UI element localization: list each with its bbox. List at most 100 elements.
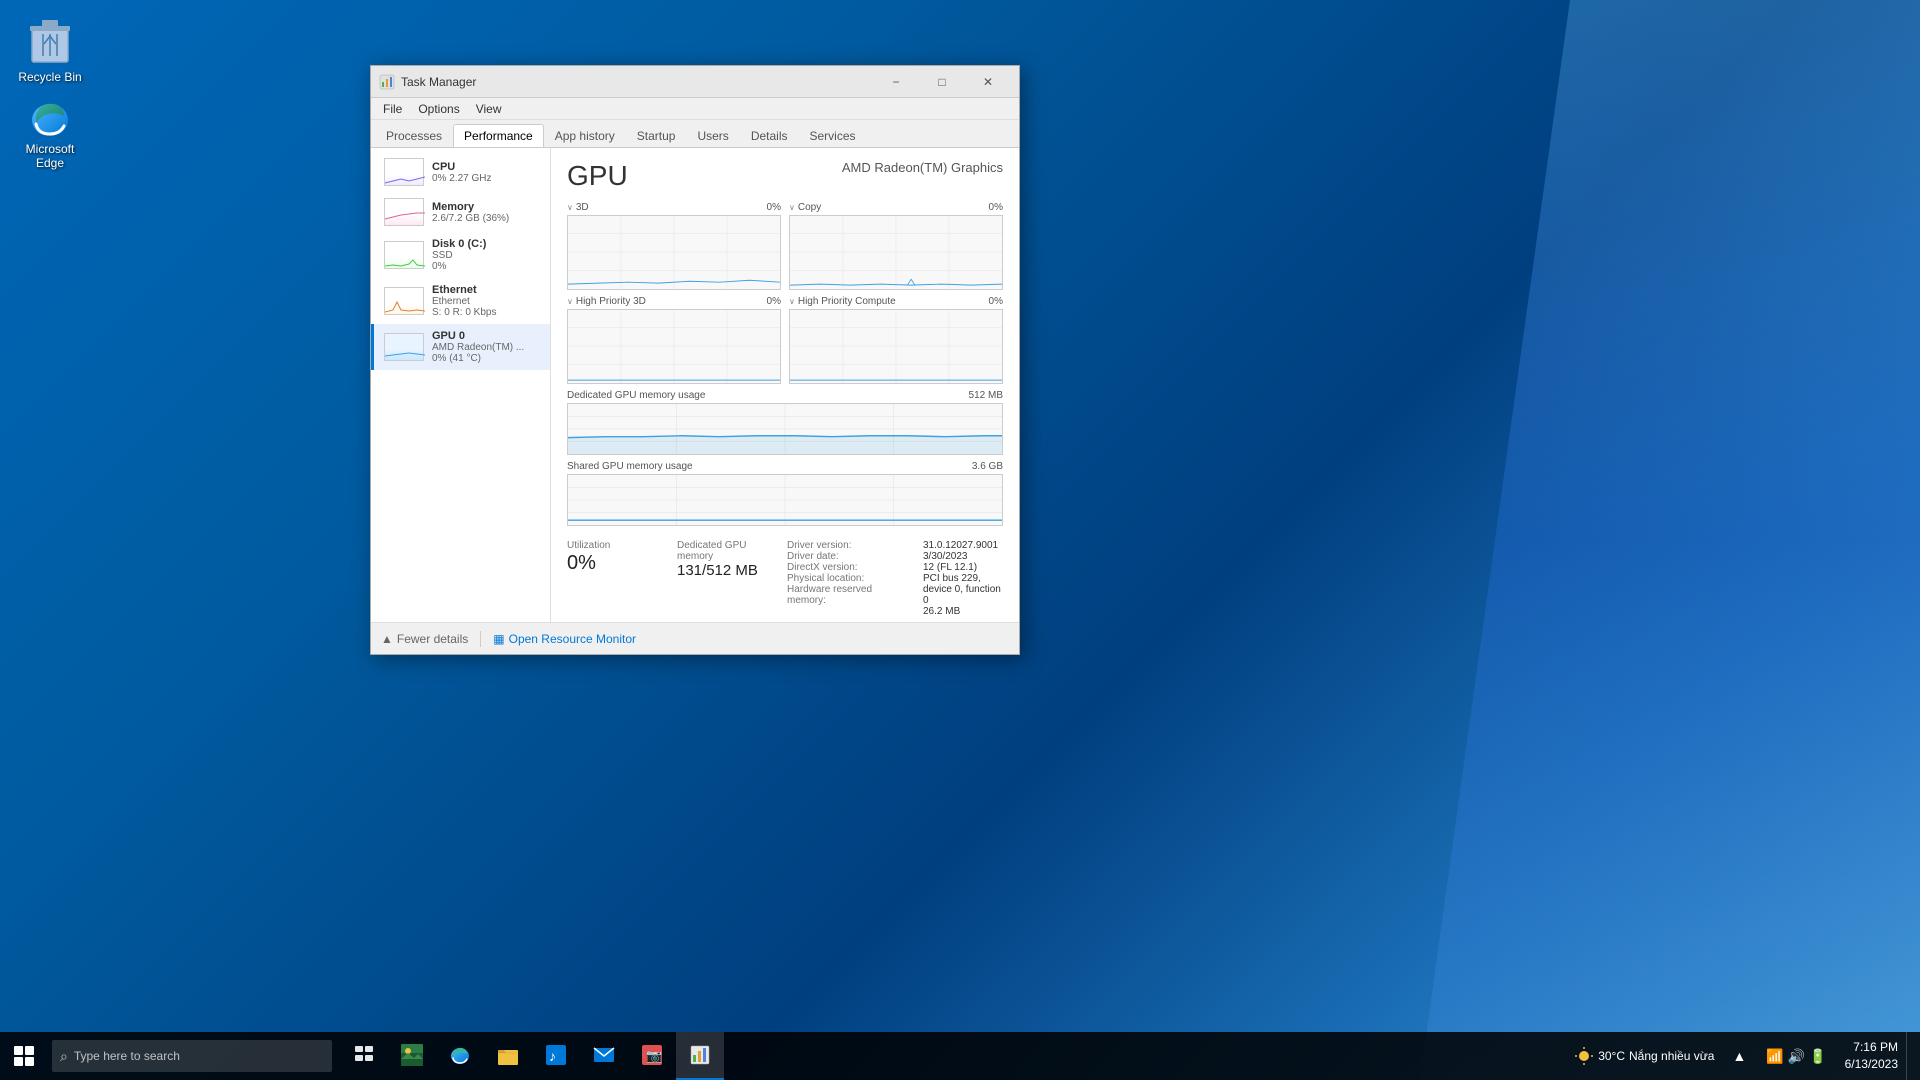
separator bbox=[480, 631, 481, 647]
app6-icon: 📷 bbox=[640, 1043, 664, 1067]
tab-startup[interactable]: Startup bbox=[626, 124, 687, 147]
gpu-adapter-name: AMD Radeon(TM) Graphics bbox=[842, 160, 1003, 175]
systray-expand[interactable]: ▲ bbox=[1722, 1048, 1756, 1064]
minimize-button[interactable]: − bbox=[873, 66, 919, 98]
weather-widget[interactable]: 30°C Nắng nhiều vừa bbox=[1566, 1046, 1722, 1066]
monitor-icon: ▦ bbox=[493, 632, 504, 646]
store-icon: ♪ bbox=[544, 1043, 568, 1067]
cpu-mini-graph bbox=[384, 158, 424, 186]
dedicated-mem-label: Dedicated GPU memory usage bbox=[567, 390, 705, 401]
taskbar-app-edge[interactable] bbox=[436, 1032, 484, 1080]
cpu-name: CPU bbox=[432, 161, 491, 173]
windows-logo bbox=[14, 1046, 34, 1066]
sidebar: CPU 0% 2.27 GHz Memory bbox=[371, 148, 551, 622]
close-button[interactable]: ✕ bbox=[965, 66, 1011, 98]
graph-hpcompute: ∨ High Priority Compute 0% bbox=[789, 296, 1003, 384]
disk-mini-graph bbox=[384, 241, 424, 269]
physical-loc-val: PCI bus 229, device 0, function 0 bbox=[923, 573, 1003, 606]
mail-icon bbox=[592, 1043, 616, 1067]
edge-taskbar-icon bbox=[448, 1043, 472, 1067]
driver-version-key: Driver version: bbox=[787, 540, 907, 551]
taskbar-app-taskview[interactable] bbox=[340, 1032, 388, 1080]
chevron-3d: ∨ bbox=[567, 203, 573, 212]
weather-temp: 30°C bbox=[1598, 1049, 1625, 1063]
ethernet-name: Ethernet bbox=[432, 284, 496, 296]
sidebar-item-memory[interactable]: Memory 2.6/7.2 GB (36%) bbox=[371, 192, 550, 232]
graph-3d-label: ∨ 3D bbox=[567, 202, 589, 213]
svg-text:📷: 📷 bbox=[646, 1048, 662, 1063]
directx-key: DirectX version: bbox=[787, 562, 907, 573]
network-icon[interactable]: 📶 bbox=[1766, 1048, 1783, 1065]
weather-icon bbox=[1574, 1046, 1594, 1066]
sidebar-item-ethernet[interactable]: Ethernet Ethernet S: 0 R: 0 Kbps bbox=[371, 278, 550, 324]
taskbar-app-store[interactable]: ♪ bbox=[532, 1032, 580, 1080]
taskbar-app-mail[interactable] bbox=[580, 1032, 628, 1080]
ethernet-sub1: Ethernet bbox=[432, 296, 496, 307]
sidebar-item-gpu[interactable]: GPU 0 AMD Radeon(TM) ... 0% (41 °C) bbox=[371, 324, 550, 370]
tab-details[interactable]: Details bbox=[740, 124, 799, 147]
menu-options[interactable]: Options bbox=[410, 100, 467, 118]
hw-reserved-key: Hardware reserved memory: bbox=[787, 584, 907, 606]
shared-mem-label-row: Shared GPU memory usage 3.6 GB bbox=[567, 461, 1003, 472]
gpu-sub2: 0% (41 °C) bbox=[432, 353, 524, 364]
dedicated-mem-max: 512 MB bbox=[969, 390, 1003, 401]
taskbar-clock[interactable]: 7:16 PM 6/13/2023 bbox=[1837, 1039, 1906, 1073]
ethernet-info: Ethernet Ethernet S: 0 R: 0 Kbps bbox=[432, 284, 496, 318]
stat-dedicated-value: 131/512 MB bbox=[677, 562, 783, 580]
bottom-bar: ▲ Fewer details ▦ Open Resource Monitor bbox=[371, 622, 1019, 654]
taskbar-app-explorer[interactable] bbox=[484, 1032, 532, 1080]
volume-icon[interactable]: 🔊 bbox=[1788, 1048, 1805, 1065]
clock-time: 7:16 PM bbox=[1853, 1039, 1898, 1056]
taskbar-app-taskmanager[interactable] bbox=[676, 1032, 724, 1080]
tab-apphistory[interactable]: App history bbox=[544, 124, 626, 147]
shared-mem-label: Shared GPU memory usage bbox=[567, 461, 693, 472]
fewer-details-button[interactable]: ▲ Fewer details bbox=[381, 632, 468, 646]
battery-icon[interactable]: 🔋 bbox=[1809, 1048, 1826, 1065]
graph-hp3d-percent: 0% bbox=[767, 296, 781, 307]
driver-date-key: Driver date: bbox=[787, 551, 907, 562]
taskbar-apps: ♪ 📷 bbox=[340, 1032, 724, 1080]
tab-users[interactable]: Users bbox=[686, 124, 739, 147]
taskmanager-taskbar-icon bbox=[690, 1045, 710, 1065]
graph-copy-label: ∨ Copy bbox=[789, 202, 821, 213]
start-button[interactable] bbox=[0, 1032, 48, 1080]
menu-file[interactable]: File bbox=[375, 100, 410, 118]
cpu-info: CPU 0% 2.27 GHz bbox=[432, 161, 491, 184]
graph-copy: ∨ Copy 0% bbox=[789, 202, 1003, 290]
taskbar-app-photos[interactable] bbox=[388, 1032, 436, 1080]
graph-hpcompute-box bbox=[789, 309, 1003, 384]
edge-icon-container[interactable]: Microsoft Edge bbox=[10, 90, 90, 174]
driver-date-val: 3/30/2023 bbox=[923, 551, 1003, 562]
sidebar-item-cpu[interactable]: CPU 0% 2.27 GHz bbox=[371, 152, 550, 192]
tab-processes[interactable]: Processes bbox=[375, 124, 453, 147]
title-bar: Task Manager − □ ✕ bbox=[371, 66, 1019, 98]
fewer-details-text: Fewer details bbox=[397, 632, 468, 646]
open-resource-monitor-button[interactable]: ▦ Open Resource Monitor bbox=[493, 632, 636, 646]
tab-services[interactable]: Services bbox=[799, 124, 867, 147]
taskbar-app-6[interactable]: 📷 bbox=[628, 1032, 676, 1080]
memory-mini-graph bbox=[384, 198, 424, 226]
open-resource-monitor-text: Open Resource Monitor bbox=[509, 632, 636, 646]
menu-view[interactable]: View bbox=[468, 100, 510, 118]
graph-3d-box bbox=[567, 215, 781, 290]
graph-hpcompute-label-row: ∨ High Priority Compute 0% bbox=[789, 296, 1003, 307]
tab-performance[interactable]: Performance bbox=[453, 124, 544, 147]
stat-utilization-value: 0% bbox=[567, 551, 673, 575]
recycle-bin-icon[interactable]: Recycle Bin bbox=[10, 10, 90, 88]
disk-sub: SSD bbox=[432, 250, 486, 261]
gpu-header: GPU AMD Radeon(TM) Graphics bbox=[567, 160, 1003, 192]
physical-loc-key: Physical location: bbox=[787, 573, 907, 584]
sidebar-item-disk[interactable]: Disk 0 (C:) SSD 0% bbox=[371, 232, 550, 278]
maximize-button[interactable]: □ bbox=[919, 66, 965, 98]
taskbar-search-bar[interactable]: ⌕ Type here to search bbox=[52, 1040, 332, 1072]
graph-copy-box bbox=[789, 215, 1003, 290]
search-placeholder-text: Type here to search bbox=[74, 1049, 180, 1063]
content-area: CPU 0% 2.27 GHz Memory bbox=[371, 148, 1019, 622]
show-desktop-button[interactable] bbox=[1906, 1032, 1912, 1080]
title-bar-controls: − □ ✕ bbox=[873, 66, 1011, 98]
edge-icon-svg bbox=[26, 94, 74, 142]
cpu-sub: 0% 2.27 GHz bbox=[432, 173, 491, 184]
hw-reserved-val: 26.2 MB bbox=[923, 606, 1003, 617]
graph-3d-label-row: ∨ 3D 0% bbox=[567, 202, 781, 213]
graph-copy-label-row: ∨ Copy 0% bbox=[789, 202, 1003, 213]
